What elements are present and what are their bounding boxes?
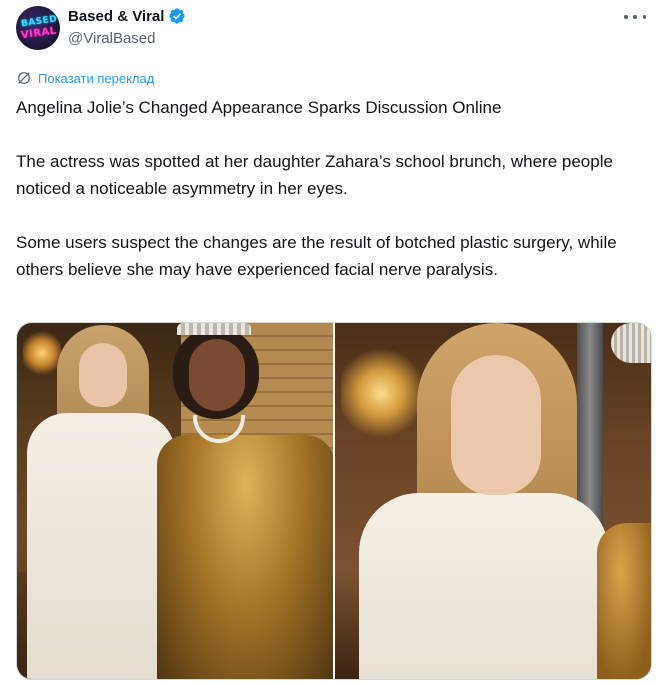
tweet-paragraph-3: Some users suspect the changes are the r… xyxy=(16,233,617,279)
author-handle[interactable]: @ViralBased xyxy=(68,30,156,47)
tweet: BASED VIRAL Based & Viral @ViralBased По… xyxy=(0,0,666,683)
media-grid xyxy=(16,322,652,680)
translate-icon xyxy=(18,72,30,84)
tweet-paragraph-headline: Angelina Jolie’s Changed Appearance Spar… xyxy=(16,98,502,117)
tweet-paragraph-2: The actress was spotted at her daughter … xyxy=(16,152,613,198)
verified-badge-icon xyxy=(169,8,186,24)
tweet-text: Angelina Jolie’s Changed Appearance Spar… xyxy=(16,94,652,283)
media-photo-2[interactable] xyxy=(335,323,651,679)
media-photo-1[interactable] xyxy=(17,323,333,679)
avatar[interactable]: BASED VIRAL xyxy=(16,6,60,50)
show-translation-label: Показати переклад xyxy=(38,70,155,86)
author-display-name[interactable]: Based & Viral xyxy=(68,8,164,25)
more-horizontal-icon[interactable] xyxy=(624,10,646,24)
author-name-row: Based & Viral xyxy=(68,6,186,26)
show-translation-link[interactable]: Показати переклад xyxy=(16,70,154,86)
